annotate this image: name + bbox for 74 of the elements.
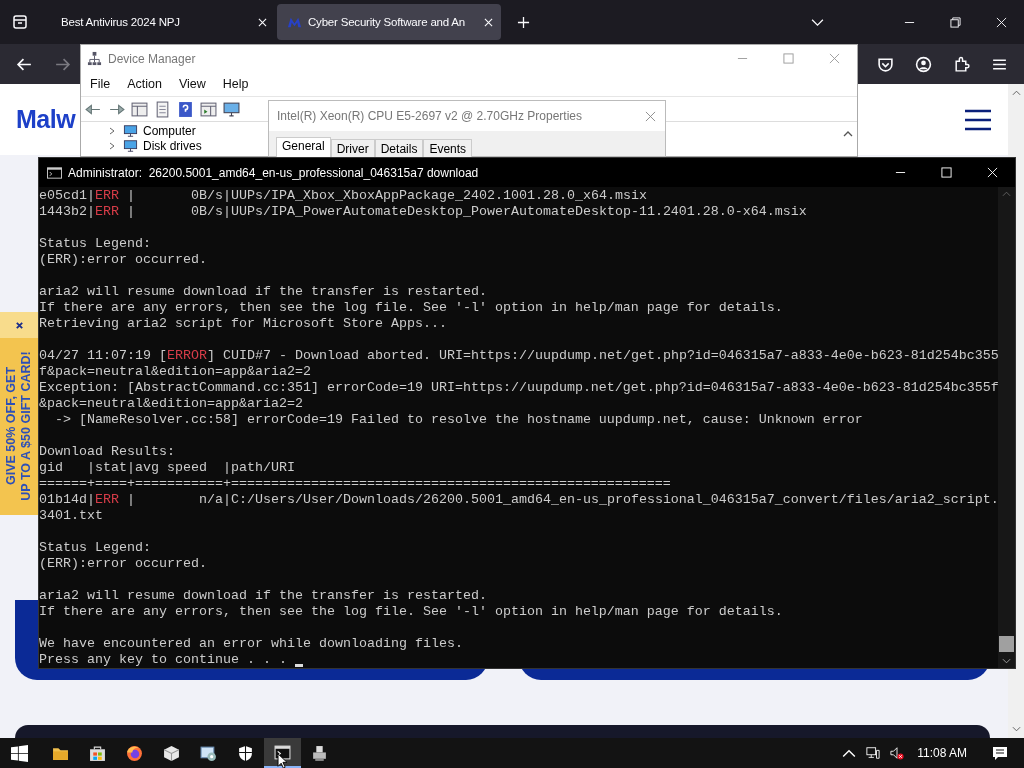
mouse-pointer-icon	[277, 753, 288, 768]
console-line: &pack=neutral&edition=app&aria2=2	[39, 396, 303, 412]
console-line: If there are any errors, then see the log file. See '-l' option in help/man page for details.	[39, 300, 783, 316]
console-line: gid |stat|avg speed |path/URI	[39, 460, 295, 476]
console-line: 1443b2|ERR | 0B/s|UUPs/IPA_PowerAutomateDesktop_PowerAutomateDesktop-11.2401.28.0-x64.msix	[39, 204, 807, 220]
console-line: ======+====+===========+=======================================================	[39, 476, 671, 492]
scroll-down-icon[interactable]	[1011, 726, 1021, 732]
console-line: e05cd1|ERR | 0B/s|UUPs/IPA_Xbox_XboxAppPackage_2402.1001.28.0_x64.msix	[39, 188, 647, 204]
browser-tab[interactable]: Cyber Security Software and An	[277, 4, 501, 40]
menu-item[interactable]: Action	[127, 77, 162, 91]
device-icon	[311, 744, 328, 762]
console-line: If there are any errors, then see the log file. See '-l' option in help/man page for details.	[39, 604, 783, 620]
console-line: 3401.txt	[39, 508, 103, 524]
notification-icon[interactable]	[992, 745, 1008, 761]
console-line: 01b14d|ERR | n/a|C:/Users/User/Downloads/26200.5001_amd64_en-us_professional_046315a7_convert/files/aria2_script.	[39, 492, 998, 508]
window-title: Device Manager	[108, 51, 196, 66]
menu-item[interactable]: View	[178, 77, 206, 91]
grid-view-icon[interactable]	[131, 100, 148, 118]
scroll-up-icon[interactable]	[843, 131, 853, 137]
puzzle-icon[interactable]	[953, 55, 970, 73]
dialog-title: Intel(R) Xeon(R) CPU E5-2697 v2 @ 2.70GHz Properties	[277, 109, 583, 123]
scrollbar[interactable]	[998, 187, 1015, 668]
help-icon[interactable]	[177, 100, 194, 118]
chevron-down-icon[interactable]	[811, 17, 824, 27]
console-line: Retrieving aria2 script for Microsoft Store Apps...	[39, 316, 447, 332]
menu-item[interactable]: File	[90, 77, 111, 91]
close-icon[interactable]	[14, 320, 24, 330]
console-line: Status Legend:	[39, 540, 151, 556]
network-icon[interactable]	[866, 746, 881, 760]
new-tab-icon[interactable]	[517, 15, 530, 29]
scroll-down-icon[interactable]	[1002, 658, 1011, 664]
account-icon[interactable]	[915, 55, 932, 73]
document-icon[interactable]	[154, 100, 171, 118]
tree-item[interactable]: Computer	[143, 123, 196, 138]
console-line: -> [NameResolver.cc:58] errorCode=19 Failed to resolve the hostname uupdump.net, cause: Unknown error	[54, 412, 863, 428]
console-line: f&pack=neutral&edition=app&aria2=2	[39, 364, 311, 380]
console-line: We have encountered an error while downloading files.	[39, 636, 463, 652]
settings-app-icon	[200, 744, 217, 762]
pocket-icon[interactable]	[877, 55, 894, 73]
browser-icon	[126, 744, 143, 762]
console-line: Press any key to continue . . .	[39, 652, 288, 668]
window-title: Administrator: 26200.5001_amd64_en-us_professional_046315a7 download	[68, 165, 479, 180]
computer-tree-icon	[87, 51, 102, 66]
promo-banner[interactable]: GIVE 50% OFF, GET UP TO A $50 GIFT CARD!	[0, 312, 38, 515]
terminal-icon	[47, 166, 62, 179]
console-line: (ERR):error occurred.	[39, 252, 207, 268]
console-line: aria2 will resume download if the transfer is restarted.	[39, 588, 487, 604]
computer-icon	[123, 138, 138, 153]
menu-icon[interactable]	[965, 108, 991, 131]
console-line: (ERR):error occurred.	[39, 556, 207, 572]
promo-text: GIVE 50% OFF, GET	[4, 366, 19, 486]
console-line: 04/27 11:07:19 [ERROR] CUID#7 - Download aborted. URI=https://uupdump.net/get.php?id=046315a7-a833-4e0e-b623-81d254bc355	[39, 348, 998, 364]
panel-icon[interactable]	[200, 100, 217, 118]
console-line: aria2 will resume download if the transfer is restarted.	[39, 284, 487, 300]
windows-start-icon[interactable]	[11, 744, 28, 762]
console-line: Status Legend:	[39, 236, 151, 252]
logo-text: Malw	[16, 105, 76, 134]
cube-icon	[163, 744, 180, 762]
browser-tab[interactable]: Best Antivirus 2024 NPJ	[51, 4, 275, 40]
promo-text: UP TO A $50 GIFT CARD!	[19, 351, 34, 501]
monitor-icon[interactable]	[223, 100, 240, 118]
shopping-bag-icon	[89, 744, 106, 762]
scroll-thumb[interactable]	[999, 636, 1014, 652]
restore-icon[interactable]	[950, 16, 961, 28]
tab-overview-icon[interactable]	[12, 14, 28, 30]
console-line: Download Results:	[39, 444, 175, 460]
dialog-tab[interactable]: General	[276, 137, 331, 158]
volume-icon[interactable]	[890, 746, 905, 760]
console-line: Exception: [AbstractCommand.cc:351] errorCode=19 URI=https://uupdump.net/get.php?id=046315a7-a833-4e0e-b623-81d254bc355f	[39, 380, 998, 396]
shield-icon	[237, 744, 254, 762]
clock[interactable]: 11:08 AM	[917, 746, 967, 760]
menu-item[interactable]: Help	[222, 77, 249, 91]
tree-item[interactable]: Disk drives	[143, 138, 202, 153]
computer-icon	[123, 123, 138, 138]
